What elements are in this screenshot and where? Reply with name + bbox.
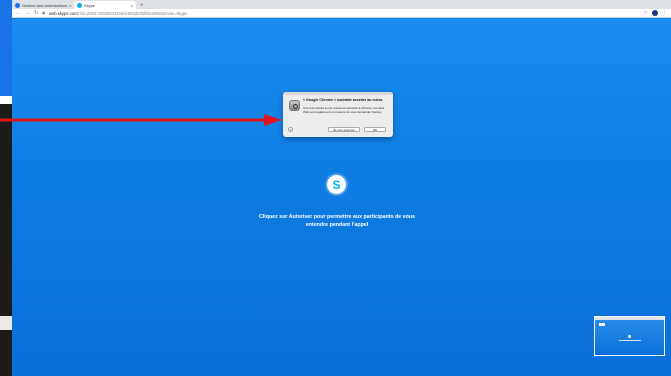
help-button[interactable]: ?	[288, 127, 293, 132]
skype-logo-letter: S	[332, 177, 341, 192]
url-path: /?id=2054-4303b5434e8dc993d23bfd5c256d&I…	[77, 10, 188, 16]
back-icon[interactable]: ←	[16, 10, 21, 16]
browser-window: Gestion des autorisations × Skype × + ← …	[12, 0, 671, 376]
toolbar: ← → ↻ 🔒︎ web.skype.com/?id=2054-4303b543…	[12, 9, 671, 18]
thumbnail-text	[619, 340, 641, 341]
background-window-edge	[0, 0, 12, 96]
tab-gestion-autorisations[interactable]: Gestion des autorisations ×	[12, 1, 74, 9]
skype-call-view	[12, 19, 671, 376]
instructions-line-2: entendre pendant l'appel	[305, 222, 369, 228]
permission-instructions: Cliquez sur Autoriser pour permettre aux…	[212, 213, 462, 229]
lock-icon[interactable]: 🔒︎	[42, 10, 45, 16]
microphone-permission-dialog: « Google Chrome » souhaite accéder au mi…	[283, 92, 393, 137]
thumbnail-logo	[628, 335, 631, 338]
address-bar[interactable]: web.skype.com/?id=2054-4303b5434e8dc993d…	[49, 11, 188, 16]
deny-button[interactable]: Ne pas autoriser	[328, 127, 360, 132]
self-view-thumbnail[interactable]	[594, 316, 665, 356]
background-window-edge-bottom	[0, 316, 12, 330]
tab-bar: Gestion des autorisations × Skype × +	[12, 0, 671, 9]
left-desktop-strip	[0, 0, 12, 376]
google-help-icon	[15, 2, 20, 8]
instructions-line-1: Cliquez sur Autoriser pour permettre aux…	[258, 214, 416, 220]
skype-logo: S	[327, 175, 346, 194]
system-preferences-icon	[289, 100, 300, 111]
url-host: web.skype.com	[48, 10, 78, 16]
menu-kebab-icon[interactable]: ⋮	[662, 10, 667, 16]
ok-button[interactable]: OK	[364, 127, 386, 132]
skype-icon	[77, 2, 82, 8]
tab-label: Gestion des autorisations	[22, 2, 68, 8]
dialog-title: « Google Chrome » souhaite accéder au mi…	[303, 98, 384, 102]
dialog-message: Une fois l'accès à une ressource accordé…	[303, 106, 385, 114]
close-tab-icon[interactable]: ×	[131, 3, 133, 8]
tab-skype[interactable]: Skype ×	[74, 1, 136, 9]
tab-label: Skype	[84, 2, 96, 8]
profile-avatar[interactable]	[652, 10, 658, 16]
annotation-arrow-icon	[0, 114, 282, 126]
bookmark-star-icon[interactable]: ☆	[644, 10, 648, 16]
reload-icon[interactable]: ↻	[34, 10, 38, 16]
thumbnail-dialog	[599, 323, 605, 326]
thumbnail-titlebar	[595, 317, 664, 320]
dialog-titlebar	[283, 92, 393, 95]
background-window-edge-light	[0, 96, 12, 104]
forward-icon[interactable]: →	[25, 10, 30, 16]
close-tab-icon[interactable]: ×	[69, 3, 71, 8]
